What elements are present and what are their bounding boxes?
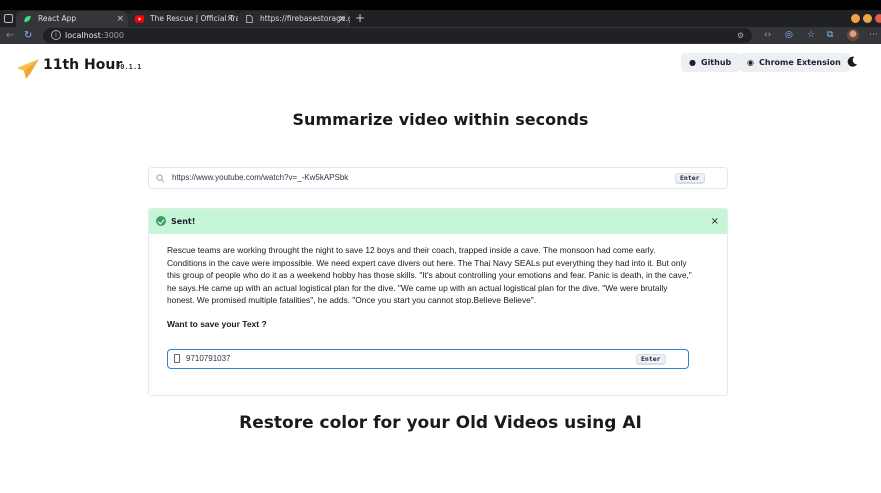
- chrome-icon: ◉: [747, 58, 754, 67]
- back-icon[interactable]: ←: [6, 28, 14, 43]
- paper-plane-logo-icon: [17, 59, 39, 79]
- moon-icon[interactable]: [847, 56, 858, 67]
- page-title: Summarize video within seconds: [292, 110, 589, 129]
- address-url: localhost:3000: [65, 31, 124, 40]
- new-tab-button[interactable]: +: [355, 10, 365, 26]
- reload-icon[interactable]: ↻: [24, 28, 32, 43]
- react-leaf-icon: [24, 15, 31, 23]
- close-icon[interactable]: ×: [711, 209, 719, 234]
- github-button[interactable]: ● Github: [681, 53, 741, 72]
- check-circle-icon: [156, 216, 166, 226]
- phone-number-input[interactable]: 9710791037 Enter: [167, 349, 689, 369]
- chrome-extension-button[interactable]: ◉ Chrome Extension: [739, 53, 850, 72]
- save-text-question: Want to save your Text ?: [167, 319, 267, 329]
- tab-firebase-storage[interactable]: https://firebasestorage.go ×: [238, 11, 350, 27]
- enter-key-hint: Enter: [675, 173, 705, 184]
- tab-close-icon[interactable]: ×: [338, 11, 346, 27]
- alert-title: Sent!: [171, 217, 196, 226]
- summary-card: Sent! × Rescue teams are working through…: [148, 208, 728, 396]
- restore-color-heading: Restore color for your Old Videos using …: [239, 413, 642, 433]
- site-settings-icon[interactable]: ⚙: [737, 28, 744, 43]
- profile-avatar[interactable]: [847, 29, 859, 41]
- address-bar[interactable]: i localhost:3000 ⚙: [43, 28, 752, 43]
- web-page: 11th Hour v0.1.1 ● Github ◉ Chrome Exten…: [0, 44, 881, 493]
- youtube-icon: [135, 15, 144, 23]
- enter-key-hint: Enter: [636, 353, 666, 365]
- maximize-window-button[interactable]: [863, 14, 872, 23]
- success-alert: Sent! ×: [149, 209, 727, 234]
- bookmark-star-icon[interactable]: ☆: [807, 28, 815, 43]
- phone-number-value: 9710791037: [186, 354, 231, 363]
- more-menu-icon[interactable]: ⋯: [869, 28, 878, 43]
- browser-toolbar: ← ↻ i localhost:3000 ⚙ ‹› ◎ ☆ ⧉ ⋯: [0, 27, 881, 44]
- collections-icon[interactable]: ⧉: [827, 28, 833, 43]
- tab-the-rescue[interactable]: The Rescue | Official Trail ×: [128, 11, 238, 27]
- site-info-icon[interactable]: i: [51, 30, 61, 40]
- video-url-input[interactable]: https://www.youtube.com/watch?v=_-Kw5kAP…: [148, 167, 728, 189]
- tab-close-icon[interactable]: ×: [226, 11, 234, 27]
- tab-close-icon[interactable]: ×: [116, 11, 124, 27]
- close-window-button[interactable]: [875, 14, 881, 23]
- summary-text: Rescue teams are working throught the ni…: [167, 245, 692, 306]
- browser-tab-strip: React App × The Rescue | Official Trail …: [0, 10, 881, 27]
- video-url-value: https://www.youtube.com/watch?v=_-Kw5kAP…: [172, 173, 349, 182]
- window-menu-icon[interactable]: [4, 14, 13, 23]
- minimize-window-button[interactable]: [851, 14, 860, 23]
- page-icon: [246, 15, 253, 23]
- devtools-icon[interactable]: ‹›: [764, 28, 771, 43]
- brand-name: 11th Hour: [43, 57, 123, 73]
- search-icon: [156, 174, 165, 183]
- version-label: v0.1.1: [116, 63, 142, 71]
- phone-icon: [174, 354, 180, 363]
- tab-react-app[interactable]: React App ×: [16, 11, 128, 27]
- extension-icon[interactable]: ◎: [785, 28, 793, 43]
- github-icon: ●: [689, 58, 696, 67]
